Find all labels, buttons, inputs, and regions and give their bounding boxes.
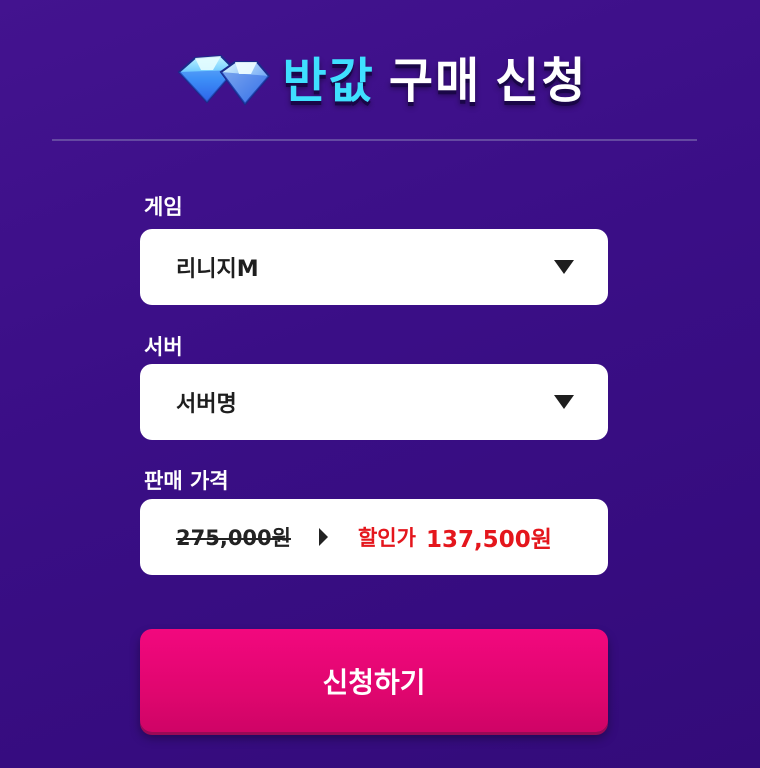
- sale-price-label: 할인가: [357, 526, 416, 550]
- header-divider: [52, 139, 697, 141]
- submit-button[interactable]: 신청하기: [140, 629, 608, 732]
- game-select[interactable]: 리니지M: [140, 229, 608, 305]
- dropdown-arrow-icon: [554, 260, 574, 274]
- server-select-value: 서버명: [176, 392, 237, 417]
- title-accent: 반값: [282, 53, 375, 109]
- price-display: 275,000원 할인가 137,500원: [140, 499, 608, 575]
- play-arrow-icon: [318, 528, 328, 546]
- server-label: 서버: [144, 335, 183, 359]
- sale-price-value: 137,500원: [425, 527, 552, 553]
- game-select-value: 리니지M: [176, 257, 259, 282]
- title-main-1: 구매: [388, 53, 482, 109]
- game-label: 게임: [144, 195, 183, 219]
- diamond-icon: [177, 54, 270, 106]
- page-header: 반값 구매 신청: [0, 36, 760, 116]
- original-price: 275,000원: [176, 526, 291, 550]
- dropdown-arrow-icon: [554, 395, 574, 409]
- page-title: 반값 구매 신청: [283, 41, 588, 111]
- price-row: 275,000원 할인가 137,500원: [176, 520, 552, 554]
- title-main-2: 신청: [495, 53, 588, 109]
- price-label: 판매 가격: [144, 469, 229, 493]
- server-select[interactable]: 서버명: [140, 364, 608, 440]
